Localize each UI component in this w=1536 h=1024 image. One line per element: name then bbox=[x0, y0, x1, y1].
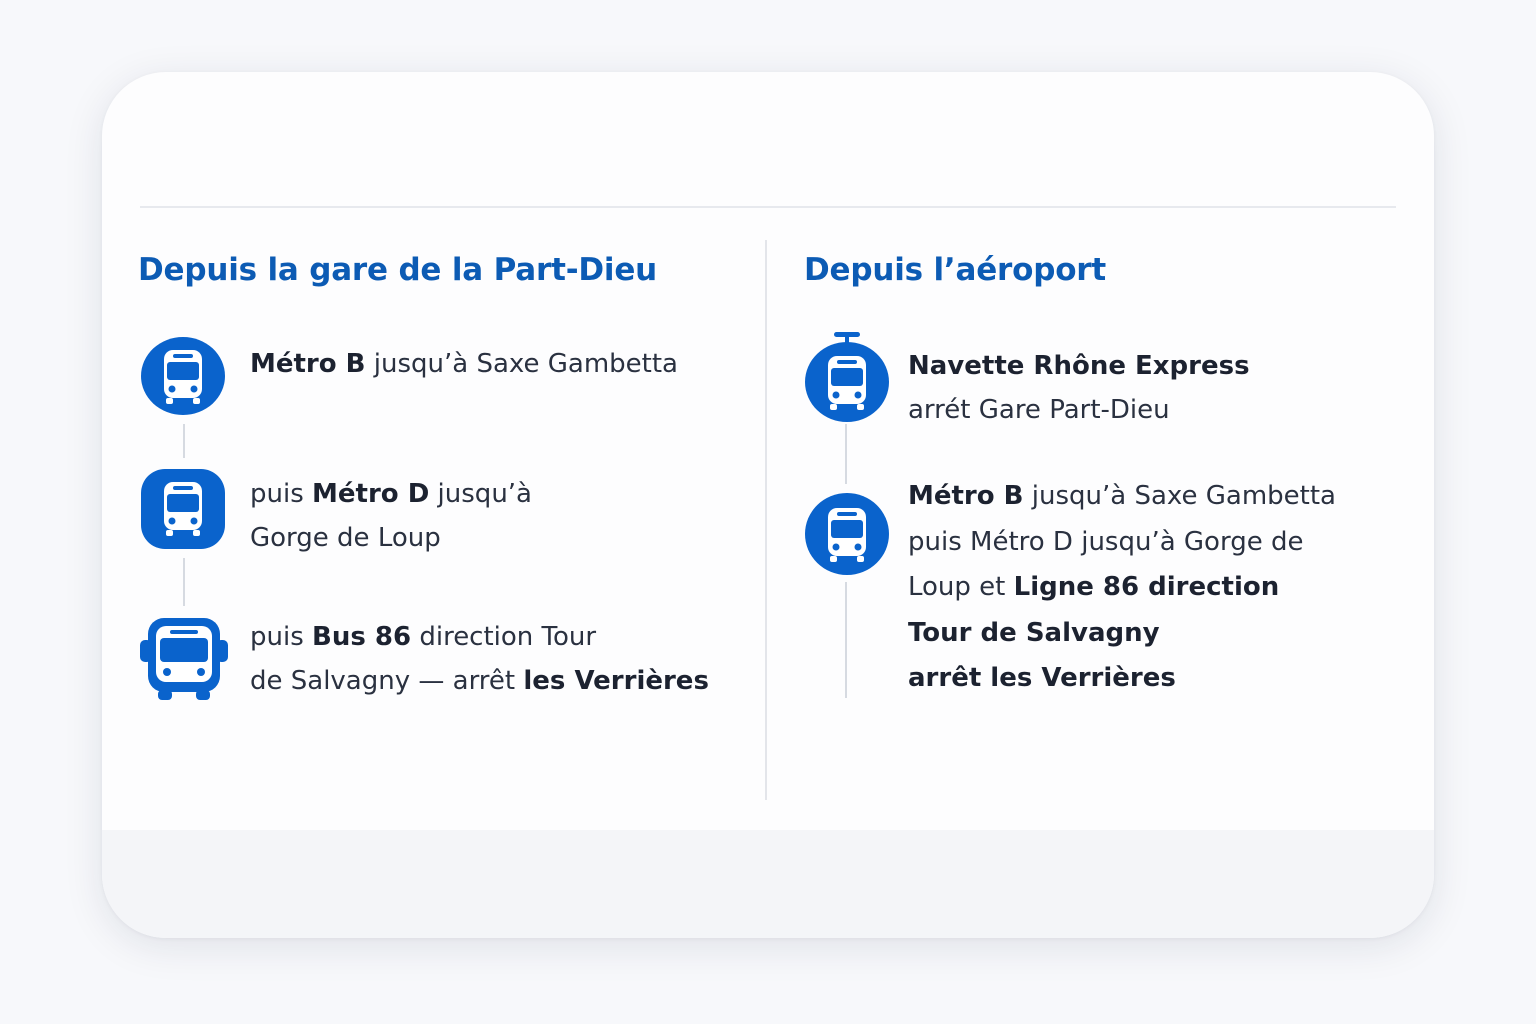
emphasis-text: Métro D bbox=[312, 479, 430, 509]
step-text-line: arrét Gare Part-Dieu bbox=[908, 395, 1170, 425]
step-left-1: Métro B jusqu’à Saxe Gambetta bbox=[250, 342, 678, 386]
step-text-line: de Salvagny — arrêt les Verrières bbox=[250, 666, 709, 696]
tram-icon bbox=[140, 336, 226, 416]
step-text-line: Tour de Salvagny bbox=[908, 618, 1160, 648]
step-connector bbox=[183, 424, 185, 458]
card-footer bbox=[102, 830, 1434, 938]
step-connector bbox=[845, 582, 847, 698]
plain-text: de Salvagny — arrêt bbox=[250, 666, 524, 696]
section-title-part-dieu: Depuis la gare de la Part-Dieu bbox=[138, 252, 658, 288]
step-text-line: Gorge de Loup bbox=[250, 523, 441, 553]
itinerary-card: Depuis la gare de la Part-Dieu Métro B j… bbox=[102, 72, 1434, 938]
step-left-3: puis Bus 86 direction Tour de Salvagny — … bbox=[250, 615, 709, 703]
step-left-2: puis Métro D jusqu’à Gorge de Loup bbox=[250, 472, 532, 560]
tram-icon bbox=[804, 330, 890, 424]
step-text-line: puis Métro D jusqu’à Gorge de bbox=[908, 527, 1303, 557]
plain-text: puis bbox=[250, 622, 313, 652]
step-right-1: Navette Rhône Express arrét Gare Part-Die… bbox=[908, 344, 1250, 432]
plain-text: Loup et bbox=[908, 572, 1014, 602]
emphasis-text: Navette Rhône Express bbox=[908, 351, 1250, 381]
section-title-airport: Depuis l’aéroport bbox=[804, 252, 1107, 288]
step-right-2: Métro B jusqu’à Saxe Gambetta puis Métro … bbox=[908, 474, 1336, 702]
emphasis-text: arrêt les Verrières bbox=[908, 663, 1176, 693]
emphasis-text: Ligne 86 direction bbox=[1013, 572, 1280, 602]
step-text-line: Loup et Ligne 86 direction bbox=[908, 572, 1279, 602]
plain-text: direction Tour bbox=[411, 622, 597, 652]
step-text-line: puis Métro D jusqu’à bbox=[250, 479, 532, 509]
plain-text: jusqu’à bbox=[429, 479, 532, 509]
step-text-line: Navette Rhône Express bbox=[908, 351, 1250, 381]
step-text-line: Métro B jusqu’à Saxe Gambetta bbox=[908, 481, 1336, 511]
plain-text: arrét Gare Part-Dieu bbox=[908, 395, 1170, 425]
step-text-line: puis Bus 86 direction Tour bbox=[250, 622, 596, 652]
emphasis-text: Tour de Salvagny bbox=[908, 617, 1160, 648]
tram-icon bbox=[140, 468, 226, 550]
step-connector bbox=[845, 424, 847, 484]
header-divider bbox=[140, 206, 1396, 208]
plain-text: puis bbox=[250, 479, 313, 509]
tram-icon bbox=[804, 492, 890, 576]
emphasis-text: Métro B bbox=[250, 349, 366, 379]
step-text-line: arrêt les Verrières bbox=[908, 663, 1176, 693]
plain-text: Gorge de Loup bbox=[250, 523, 441, 553]
plain-text: jusqu’à Saxe Gambetta bbox=[1023, 481, 1336, 511]
column-divider bbox=[765, 240, 767, 800]
step-text-line: Métro B jusqu’à Saxe Gambetta bbox=[250, 349, 678, 379]
bus-icon bbox=[138, 614, 230, 702]
step-connector bbox=[183, 558, 185, 606]
emphasis-text: Bus 86 bbox=[312, 622, 412, 652]
plain-text: puis Métro D jusqu’à Gorge de bbox=[908, 526, 1304, 557]
emphasis-text: Métro B bbox=[908, 481, 1024, 511]
emphasis-text: les Verrières bbox=[523, 666, 709, 696]
plain-text: jusqu’à Saxe Gambetta bbox=[365, 349, 678, 379]
